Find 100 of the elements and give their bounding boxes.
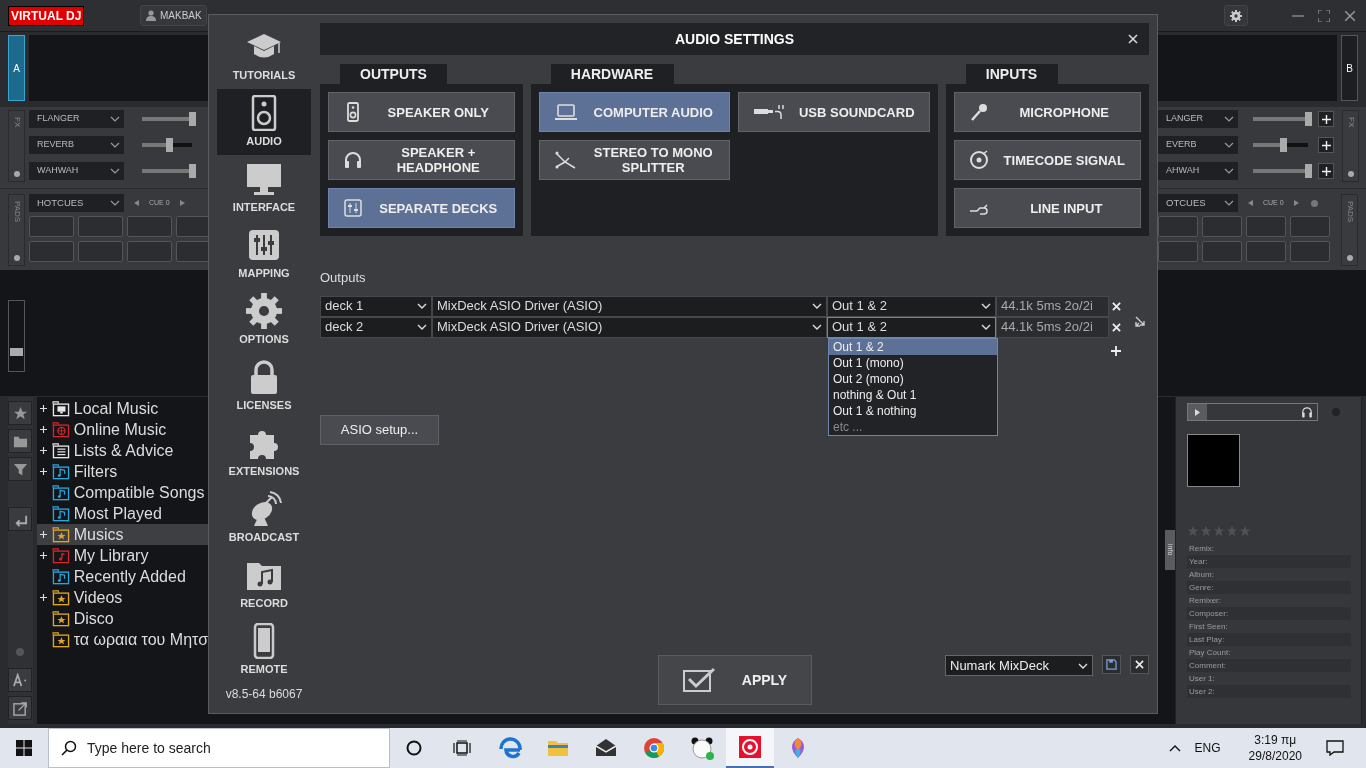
sidebar-tool-button[interactable] (8, 401, 33, 425)
preview-player[interactable] (1187, 403, 1318, 421)
effect-dropdown[interactable]: REVERB (29, 136, 124, 154)
star-icon[interactable] (1239, 525, 1251, 537)
deck-tab[interactable]: A (8, 35, 25, 101)
chevron-up-icon[interactable] (1168, 744, 1181, 752)
sidebar-tool-button[interactable] (8, 429, 33, 453)
option-button[interactable]: SPEAKER + HEADPHONE (328, 140, 515, 180)
pad-mode-dropdown[interactable]: HOTCUES (29, 194, 124, 212)
sidebar-tab[interactable]: BROADCAST (217, 485, 311, 551)
driver-dropdown[interactable]: MixDeck ASIO Driver (ASIO) (432, 316, 827, 338)
tree-item[interactable]: Most Played (36, 503, 208, 524)
star-rating[interactable] (1187, 525, 1251, 537)
tree-item[interactable]: My Library (36, 545, 208, 566)
option-button[interactable]: STEREO TO MONO SPLITTER (538, 140, 730, 180)
option-button[interactable]: MICROPHONE (953, 92, 1141, 132)
add-button[interactable] (1318, 111, 1334, 127)
expand-icon[interactable] (39, 552, 47, 559)
swap-icon[interactable] (1134, 315, 1146, 328)
option-button[interactable]: USB SOUNDCARD (738, 92, 930, 132)
sidebar-tab[interactable]: TUTORIALS (217, 23, 311, 89)
slider-thumb[interactable] (188, 164, 196, 178)
add-button[interactable] (1318, 163, 1334, 179)
popout-button[interactable] (8, 696, 33, 720)
deck-dropdown[interactable]: deck 1 (320, 295, 432, 317)
tree-item[interactable]: Lists & Advice (36, 440, 208, 461)
fader-thumb[interactable] (10, 348, 23, 357)
star-icon[interactable] (1226, 525, 1238, 537)
sidebar-tab[interactable]: MAPPING (217, 221, 311, 287)
pitch-fader[interactable] (8, 300, 25, 372)
notifications-icon[interactable] (1326, 740, 1344, 756)
deck-tab[interactable]: B (1341, 35, 1358, 101)
sidebar-tab[interactable]: REMOTE (217, 617, 311, 683)
menu-option[interactable]: Out 1 & nothing (829, 402, 997, 419)
preset-dropdown[interactable]: Numark MixDeck (945, 655, 1093, 676)
sidebar-tab[interactable]: RECORD (217, 551, 311, 617)
menu-option[interactable]: Out 1 (mono) (829, 354, 997, 371)
tree-item[interactable]: Disco (36, 608, 208, 629)
close-icon[interactable] (1344, 9, 1356, 22)
close-button[interactable] (1130, 655, 1149, 674)
previous-icon[interactable] (134, 200, 139, 206)
star-icon[interactable] (1187, 525, 1199, 537)
language-indicator[interactable]: ENG (1194, 739, 1221, 757)
settings-button[interactable] (1224, 5, 1248, 26)
deck-dropdown[interactable]: deck 2 (320, 316, 432, 338)
channel-dropdown[interactable]: Out 1 & 2 (827, 316, 996, 338)
effect-dropdown[interactable]: AHWAH (1158, 162, 1238, 180)
play-button[interactable] (1188, 404, 1207, 420)
remove-icon[interactable] (1112, 301, 1121, 311)
effect-dropdown[interactable]: EVERB (1158, 136, 1238, 154)
tree-item[interactable]: Recently Added (36, 566, 208, 587)
expand-icon[interactable] (39, 531, 47, 538)
expand-icon[interactable] (39, 426, 47, 433)
expand-icon[interactable] (39, 468, 47, 475)
add-button[interactable] (1318, 137, 1334, 153)
effect-slider[interactable] (1253, 138, 1308, 152)
clock-time[interactable]: 3:19 πμ (1254, 732, 1297, 748)
previous-icon[interactable] (1248, 200, 1253, 206)
option-button[interactable]: SPEAKER ONLY (328, 92, 515, 132)
search-field[interactable]: Type here to search (48, 728, 390, 768)
asio-setup-button[interactable]: ASIO setup... (320, 414, 439, 445)
slider-thumb[interactable] (1279, 138, 1287, 152)
clock-date[interactable]: 29/8/2020 (1248, 748, 1302, 764)
star-icon[interactable] (1200, 525, 1212, 537)
effect-dropdown[interactable]: WAHWAH (29, 162, 124, 180)
option-button[interactable]: COMPUTER AUDIO (538, 92, 730, 132)
tree-item[interactable]: Online Music (36, 419, 208, 440)
remove-icon[interactable] (1112, 322, 1121, 332)
maximize-icon[interactable] (1318, 9, 1330, 22)
sidebar-tab[interactable]: AUDIO (217, 89, 311, 155)
channel-dropdown[interactable]: Out 1 & 2 (827, 295, 996, 317)
star-icon[interactable] (1213, 525, 1225, 537)
menu-option[interactable]: Out 2 (mono) (829, 370, 997, 387)
driver-dropdown[interactable]: MixDeck ASIO Driver (ASIO) (432, 295, 827, 317)
tree-item[interactable]: τα ωραια του Μητσ (36, 629, 208, 650)
sidebar-tab[interactable]: OPTIONS (217, 287, 311, 353)
apply-button[interactable]: APPLY (657, 655, 812, 705)
slider-thumb[interactable] (166, 138, 173, 152)
expand-icon[interactable] (39, 405, 47, 412)
next-icon[interactable] (1293, 200, 1299, 206)
tree-item[interactable]: Filters (36, 461, 208, 482)
back-button[interactable] (8, 507, 33, 531)
option-button[interactable]: SEPARATE DECKS (328, 188, 515, 228)
option-button[interactable]: LINE INPUT (953, 188, 1141, 228)
pad-mode-dropdown[interactable]: OTCUES (1158, 194, 1238, 212)
sidebar-tool-button[interactable] (8, 457, 33, 481)
font-size-button[interactable] (8, 668, 33, 692)
slider-thumb[interactable] (1304, 164, 1312, 178)
option-button[interactable]: TIMECODE SIGNAL (953, 140, 1141, 180)
tree-item[interactable]: Musics (36, 524, 208, 545)
effect-dropdown[interactable]: FLANGER (29, 110, 124, 128)
slider-thumb[interactable] (188, 112, 196, 126)
tree-item[interactable]: Compatible Songs (36, 482, 208, 503)
expand-icon[interactable] (39, 594, 47, 601)
save-button[interactable] (1102, 655, 1121, 674)
next-icon[interactable] (179, 200, 185, 206)
expand-icon[interactable] (39, 447, 47, 454)
user-account-button[interactable]: MAKBAK (140, 5, 207, 26)
menu-option[interactable]: nothing & Out 1 (829, 386, 997, 403)
slider-thumb[interactable] (1304, 112, 1312, 126)
